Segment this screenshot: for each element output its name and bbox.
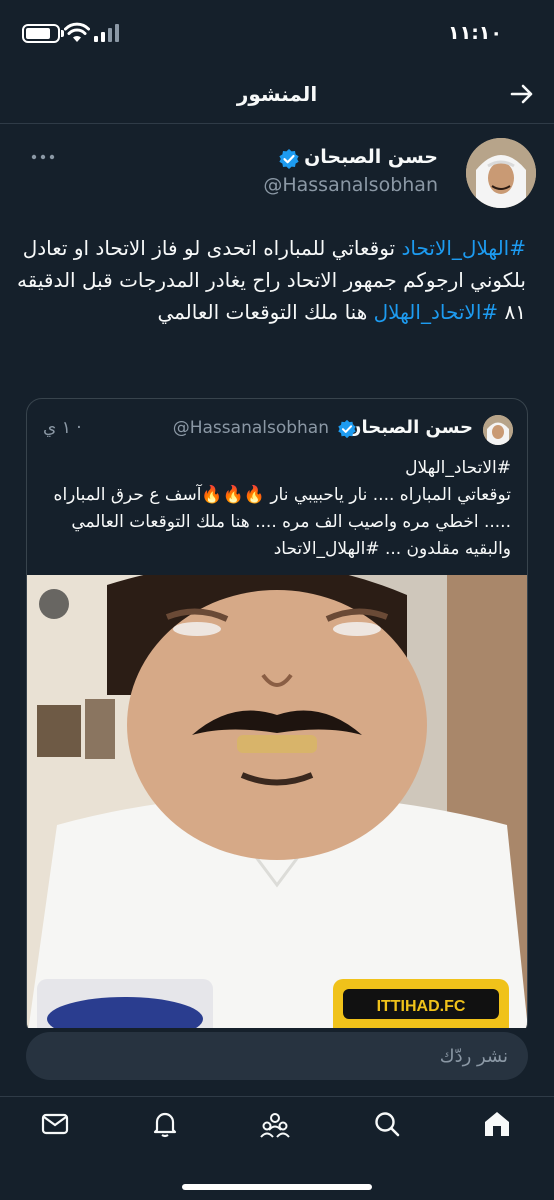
quoted-post[interactable]: حسن الصبحان @Hassanalsobhan ١ ي · #الاتح… bbox=[26, 398, 528, 1038]
home-indicator bbox=[182, 1184, 372, 1190]
quoted-author-name: حسن الصبحان bbox=[346, 417, 473, 438]
post-text: #الهلال_الاتحاد توقعاتي للمباراه اتحدى ل… bbox=[16, 232, 526, 328]
verified-badge-icon bbox=[338, 419, 356, 439]
header: المنشور bbox=[0, 64, 554, 124]
avatar[interactable] bbox=[466, 138, 536, 208]
status-time: ١١:١٠ bbox=[448, 22, 502, 44]
page-title: المنشور bbox=[236, 82, 318, 106]
author-name[interactable]: حسن الصبحان bbox=[304, 146, 438, 168]
video-frame: ITTIHAD.FC bbox=[27, 575, 527, 1037]
quoted-timestamp: ١ ي · bbox=[43, 418, 82, 438]
post-text-segment: هنا ملك التوقعات العالمي bbox=[157, 300, 374, 324]
search-icon[interactable] bbox=[372, 1109, 402, 1139]
post-author: حسن الصبحان @Hassanalsobhan bbox=[16, 134, 536, 214]
bottom-navigation bbox=[0, 1096, 554, 1200]
verified-badge-icon bbox=[279, 149, 299, 169]
notifications-icon[interactable] bbox=[150, 1109, 180, 1139]
signal-icon bbox=[94, 24, 119, 42]
arrow-right-icon[interactable] bbox=[508, 80, 536, 108]
hashtag-link[interactable]: #الهلال_الاتحاد bbox=[401, 236, 526, 260]
messages-icon[interactable] bbox=[40, 1109, 70, 1139]
avatar-image bbox=[466, 138, 536, 208]
quoted-post-header: حسن الصبحان @Hassanalsobhan ١ ي · bbox=[39, 413, 513, 449]
communities-icon[interactable] bbox=[260, 1109, 290, 1139]
wifi-icon bbox=[64, 22, 90, 42]
quoted-avatar-image bbox=[483, 415, 513, 445]
home-icon[interactable] bbox=[482, 1109, 512, 1139]
quoted-avatar bbox=[483, 415, 513, 445]
media-badge-icon bbox=[39, 589, 69, 619]
hashtag-link[interactable]: #الاتحاد_الهلال bbox=[374, 300, 499, 324]
ittihad-logo-text: ITTIHAD.FC bbox=[377, 998, 466, 1015]
quoted-post-text: #الاتحاد_الهلال توقعاتي المباراه .... نا… bbox=[53, 458, 511, 559]
quoted-author-handle: @Hassanalsobhan bbox=[172, 418, 329, 438]
status-bar: ١١:١٠ bbox=[0, 0, 554, 64]
reply-input[interactable] bbox=[26, 1032, 528, 1080]
reply-bar bbox=[0, 1028, 554, 1098]
author-handle[interactable]: @Hassanalsobhan bbox=[263, 174, 438, 196]
battery-icon bbox=[22, 24, 60, 43]
more-options-icon[interactable] bbox=[30, 152, 56, 162]
quoted-media-image[interactable]: ITTIHAD.FC bbox=[27, 575, 527, 1037]
